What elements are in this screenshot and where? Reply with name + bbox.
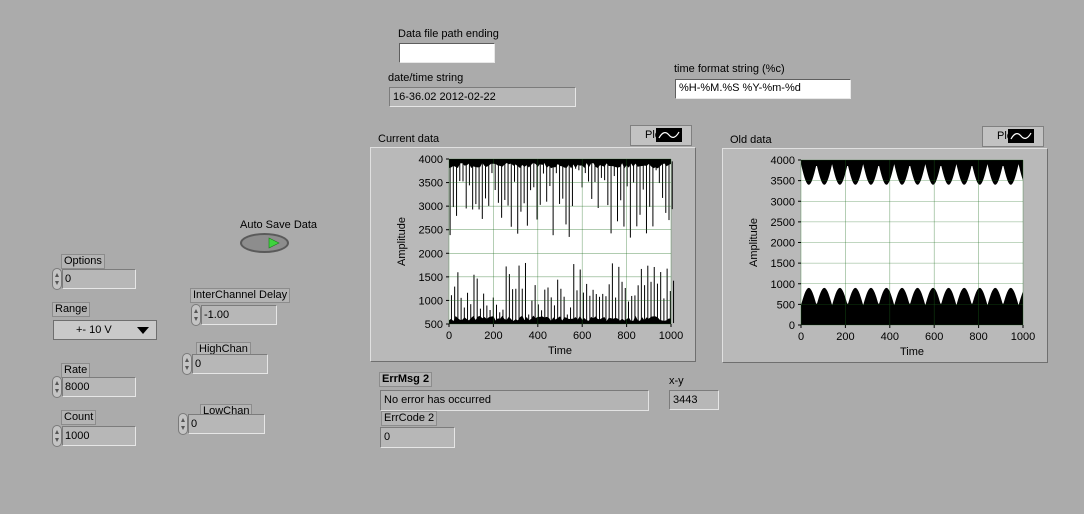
xy-indicator: 3443 bbox=[669, 390, 719, 410]
interchannel-delay-value[interactable]: -1.00 bbox=[201, 305, 277, 325]
errmsg-indicator: No error has occurred bbox=[380, 390, 649, 411]
increment-decrement-icon[interactable] bbox=[52, 376, 62, 398]
x-axis-label: Time bbox=[548, 345, 572, 357]
increment-decrement-icon[interactable] bbox=[52, 268, 62, 290]
y-tick-label: 2500 bbox=[419, 225, 443, 237]
range-label: Range bbox=[52, 302, 91, 317]
y-tick-label: 2000 bbox=[771, 238, 795, 250]
y-tick-label: 3000 bbox=[771, 196, 795, 208]
datetime-indicator: 16-36.02 2012-02-22 bbox=[389, 87, 576, 107]
y-tick-label: 1500 bbox=[771, 258, 795, 270]
y-tick-label: 1500 bbox=[419, 272, 443, 284]
data-file-field[interactable] bbox=[399, 43, 495, 63]
rate-control[interactable]: 8000 bbox=[52, 376, 136, 398]
current-plot-legend[interactable]: Plot 0 bbox=[630, 125, 692, 146]
y-tick-label: 500 bbox=[425, 319, 443, 331]
y-tick-label: 4000 bbox=[771, 155, 795, 167]
highchan-value[interactable]: 0 bbox=[192, 354, 268, 374]
x-tick-label: 0 bbox=[798, 331, 804, 343]
range-select[interactable]: +- 10 V bbox=[53, 320, 157, 340]
x-tick-label: 1000 bbox=[1011, 331, 1035, 343]
time-format-field[interactable]: %H-%M.%S %Y-%m-%d bbox=[675, 79, 851, 99]
current-data-graph[interactable]: 0 200 400 600 800 1000 500 1000 1500 2000 2500 3000… bbox=[370, 147, 696, 362]
y-tick-label: 3500 bbox=[419, 178, 443, 190]
rate-value[interactable]: 8000 bbox=[62, 377, 136, 397]
plot-line-icon bbox=[656, 128, 682, 142]
current-data-title: Current data bbox=[378, 133, 440, 145]
interchannel-delay-control[interactable]: -1.00 bbox=[191, 304, 277, 326]
options-value[interactable]: 0 bbox=[62, 269, 136, 289]
old-plot-legend[interactable]: Plot 0 bbox=[982, 126, 1044, 147]
y-axis-label: Amplitude bbox=[748, 218, 760, 267]
time-format-label: time format string (%c) bbox=[674, 63, 785, 75]
y-tick-label: 0 bbox=[789, 320, 795, 332]
auto-save-label: Auto Save Data bbox=[240, 219, 318, 231]
range-value: +- 10 V bbox=[76, 324, 112, 336]
interchannel-delay-label: InterChannel Delay bbox=[190, 288, 291, 303]
increment-decrement-icon[interactable] bbox=[178, 413, 188, 435]
options-control[interactable]: 0 bbox=[52, 268, 136, 290]
data-file-label: Data file path ending bbox=[398, 28, 499, 40]
options-label: Options bbox=[61, 254, 105, 269]
count-control[interactable]: 1000 bbox=[52, 425, 136, 447]
auto-save-toggle[interactable] bbox=[240, 233, 289, 253]
highchan-control[interactable]: 0 bbox=[182, 353, 268, 375]
x-tick-label: 400 bbox=[529, 330, 547, 342]
lowchan-control[interactable]: 0 bbox=[178, 413, 265, 435]
y-tick-label: 1000 bbox=[771, 279, 795, 291]
plot-line-icon bbox=[1008, 129, 1034, 143]
old-data-title: Old data bbox=[730, 134, 772, 146]
y-tick-label: 500 bbox=[777, 299, 795, 311]
x-tick-label: 800 bbox=[969, 331, 987, 343]
errcode-indicator: 0 bbox=[380, 427, 455, 448]
current-data-plot[interactable]: 0 200 400 600 800 1000 500 1000 1500 2000 2500 3000… bbox=[371, 148, 695, 361]
y-axis-label: Amplitude bbox=[396, 217, 408, 266]
x-tick-label: 600 bbox=[573, 330, 591, 342]
lowchan-value[interactable]: 0 bbox=[188, 414, 265, 434]
increment-decrement-icon[interactable] bbox=[191, 304, 201, 326]
errcode-label: ErrCode 2 bbox=[381, 411, 438, 426]
x-tick-label: 200 bbox=[484, 330, 502, 342]
errmsg-label: ErrMsg 2 bbox=[379, 372, 433, 387]
x-tick-label: 200 bbox=[836, 331, 854, 343]
y-tick-label: 3000 bbox=[419, 201, 443, 213]
dropdown-arrow-icon[interactable] bbox=[137, 326, 151, 336]
x-tick-label: 600 bbox=[925, 331, 943, 343]
y-tick-label: 1000 bbox=[419, 295, 443, 307]
y-tick-label: 4000 bbox=[419, 154, 443, 166]
count-label: Count bbox=[61, 410, 97, 425]
datetime-label: date/time string bbox=[388, 72, 464, 84]
y-tick-label: 2500 bbox=[771, 217, 795, 229]
x-tick-label: 1000 bbox=[659, 330, 683, 342]
led-arrow-icon bbox=[268, 237, 280, 249]
x-tick-label: 0 bbox=[446, 330, 452, 342]
count-value[interactable]: 1000 bbox=[62, 426, 136, 446]
old-data-plot[interactable]: 0 200 400 600 800 1000 0 500 1000 1500 2000 2500 300… bbox=[723, 149, 1047, 362]
x-tick-label: 400 bbox=[881, 331, 899, 343]
x-axis-label: Time bbox=[900, 346, 924, 358]
increment-decrement-icon[interactable] bbox=[52, 425, 62, 447]
increment-decrement-icon[interactable] bbox=[182, 353, 192, 375]
x-tick-label: 800 bbox=[617, 330, 635, 342]
y-tick-label: 2000 bbox=[419, 248, 443, 260]
old-data-graph[interactable]: 0 200 400 600 800 1000 0 500 1000 1500 2000 2500 300… bbox=[722, 148, 1048, 363]
y-tick-label: 3500 bbox=[771, 176, 795, 188]
xy-label: x-y bbox=[669, 375, 684, 387]
